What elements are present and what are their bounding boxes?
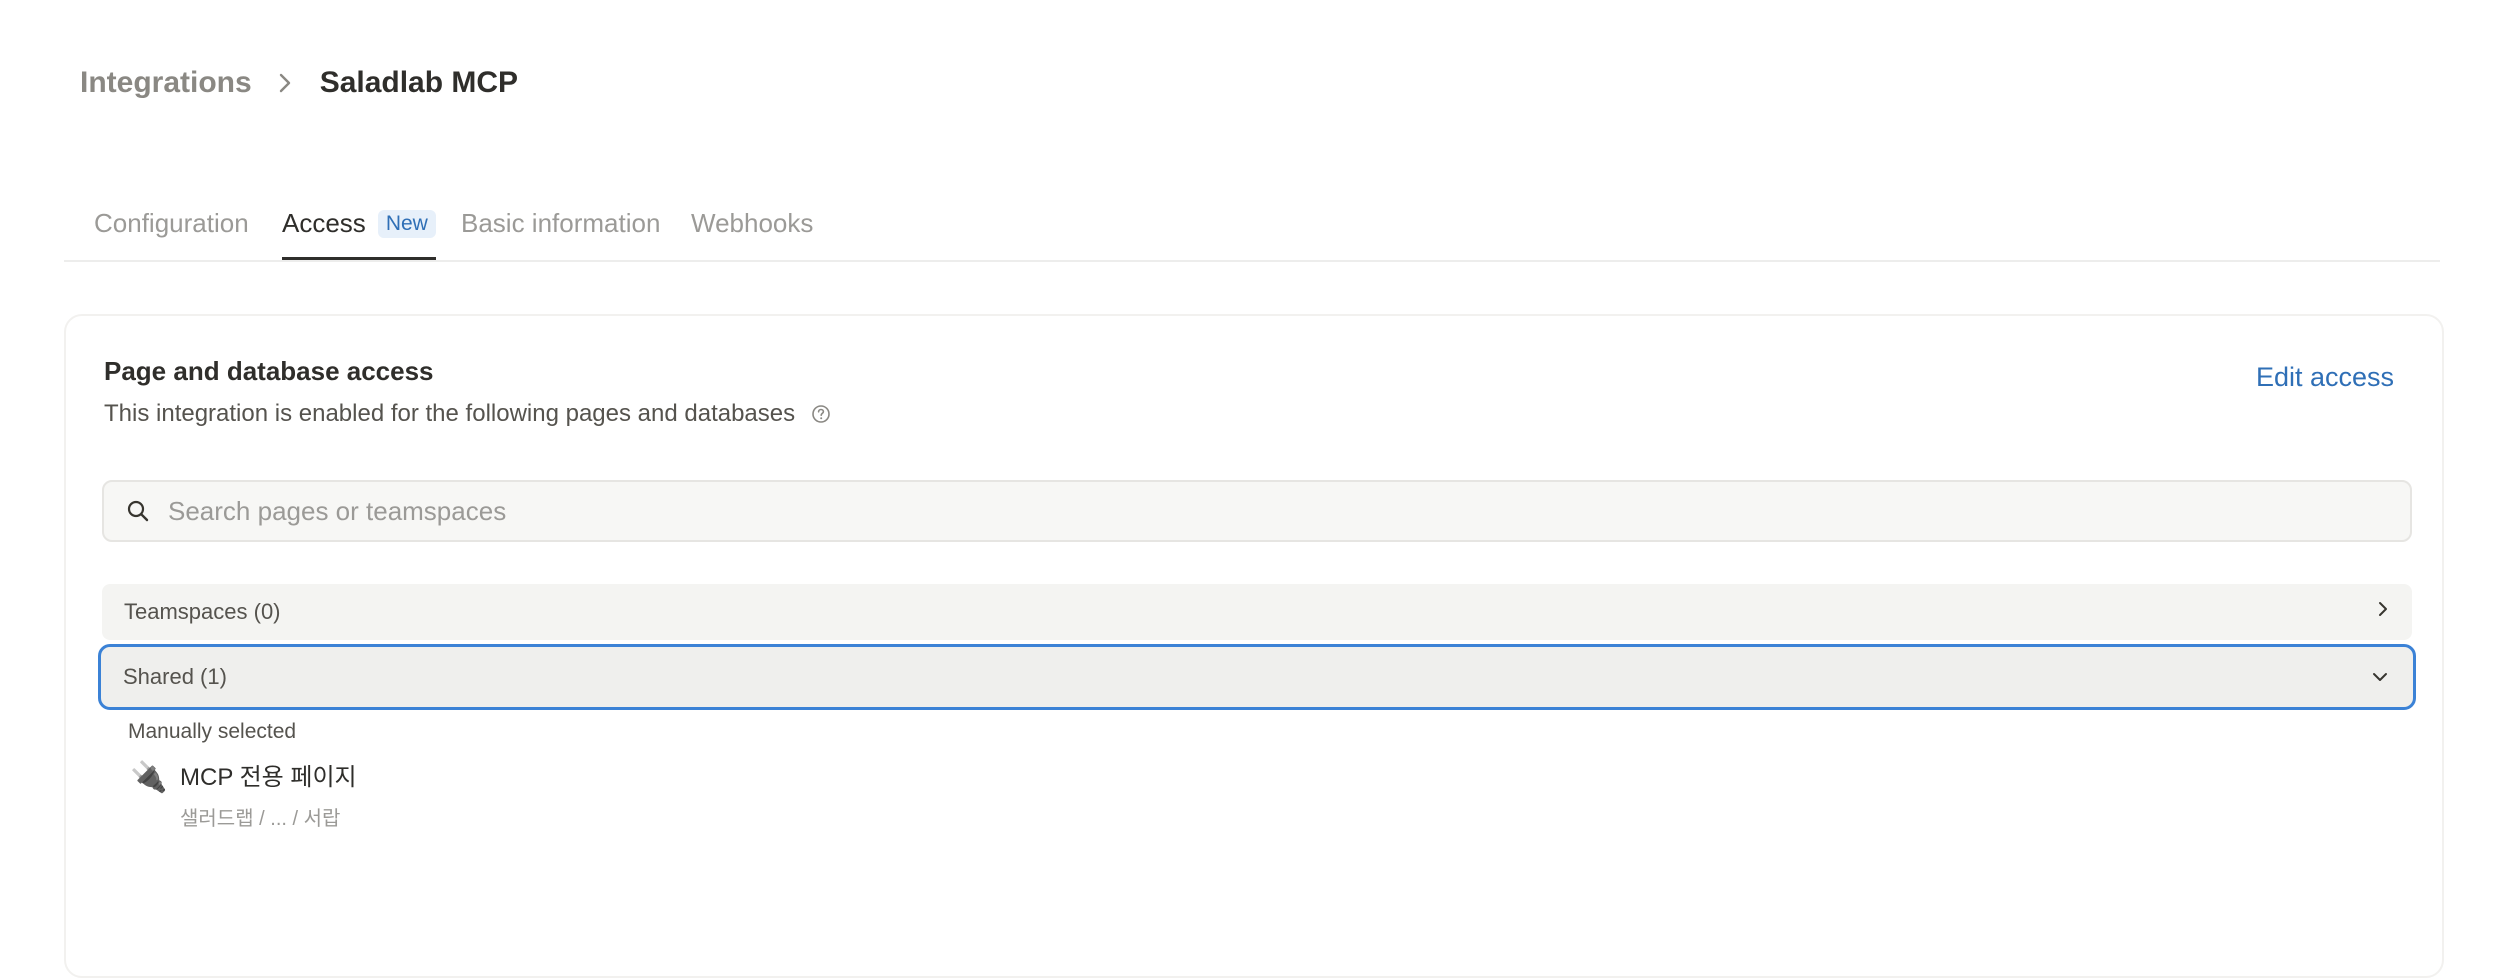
- tab-configuration[interactable]: Configuration: [94, 208, 249, 258]
- question-circle-icon[interactable]: [811, 404, 831, 424]
- tab-access-label: Access: [282, 208, 366, 238]
- chevron-right-icon: [278, 72, 292, 94]
- access-card-subtitle-text: This integration is enabled for the foll…: [104, 400, 796, 427]
- page-title: Saladlab MCP: [319, 66, 519, 99]
- chevron-down-icon: [2369, 664, 2391, 690]
- tab-basic-information[interactable]: Basic information: [461, 208, 660, 258]
- search-input[interactable]: [166, 494, 2410, 528]
- edit-access-button[interactable]: Edit access: [2256, 362, 2394, 393]
- shared-row[interactable]: Shared (1): [98, 644, 2416, 710]
- tab-configuration-label: Configuration: [94, 208, 249, 238]
- teamspaces-row[interactable]: Teamspaces (0): [102, 584, 2412, 640]
- breadcrumb: Integrations Saladlab MCP: [80, 66, 518, 100]
- tab-webhooks-label: Webhooks: [691, 208, 814, 238]
- new-badge: New: [377, 210, 436, 238]
- tab-webhooks[interactable]: Webhooks: [691, 208, 813, 258]
- access-card-title: Page and database access: [104, 356, 434, 386]
- shared-label: Shared (1): [123, 664, 227, 689]
- search-icon: [126, 499, 150, 523]
- access-card-subtitle: This integration is enabled for the foll…: [104, 400, 831, 428]
- breadcrumb-integrations-link[interactable]: Integrations: [80, 66, 252, 100]
- teamspaces-label: Teamspaces (0): [124, 599, 281, 624]
- search-box[interactable]: [102, 480, 2412, 542]
- tab-access[interactable]: Access New: [282, 208, 436, 260]
- shared-page-item[interactable]: 🔌 MCP 전용 페이지 샐러드랩 / ... / 서랍: [130, 760, 357, 831]
- tab-basic-information-label: Basic information: [461, 208, 661, 238]
- tab-bar: Configuration Access New Basic informatio…: [64, 190, 2440, 262]
- chevron-right-icon: [2376, 598, 2390, 626]
- page-item-path: 샐러드랩 / ... / 서랍: [180, 808, 341, 830]
- page-item-title: MCP 전용 페이지: [180, 764, 357, 791]
- manually-selected-label: Manually selected: [128, 720, 297, 743]
- access-card: Page and database access This integratio…: [64, 314, 2444, 978]
- plug-icon: 🔌: [130, 761, 168, 794]
